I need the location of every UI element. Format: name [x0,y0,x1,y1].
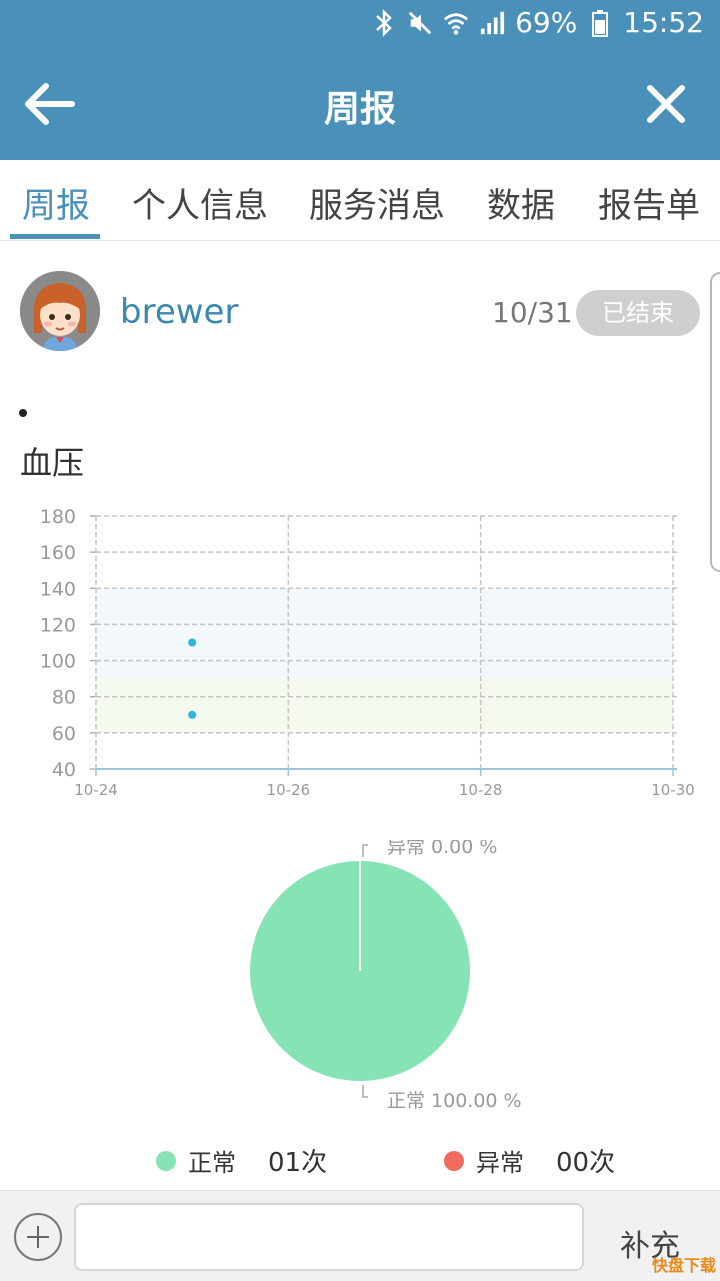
status-icons: 69% 15:52 [371,6,704,39]
tab-bar: 周报 个人信息 服务消息 数据 报告单 [0,160,720,241]
pie-chart: 异常 0.00 % 正常 100.00 % [250,840,522,1110]
battery-icon [587,8,613,38]
username[interactable]: brewer [120,292,238,332]
tab-service-messages[interactable]: 服务消息 [309,178,445,227]
y-tick-label: 160 [40,542,76,564]
tab-personal-info[interactable]: 个人信息 [132,178,268,227]
tab-data[interactable]: 数据 [487,178,555,227]
close-icon [647,85,685,123]
pie-leader-line [362,844,368,857]
clock: 15:52 [623,6,704,39]
normal-range-band [96,678,673,733]
bluetooth-icon [371,8,397,38]
legend-abnormal: 异常 00次 [444,1142,615,1179]
blood-pressure-chart: 40 60 80 100 120 140 160 180 10-24 10-26 10-28 10-3… [40,506,695,799]
pie-label-abnormal: 异常 0.00 % [387,840,497,858]
x-tick-label: 10-30 [651,781,695,799]
x-tick-label: 10-24 [74,781,118,799]
y-tick-label: 40 [52,759,76,781]
legend-normal-dot [156,1150,176,1171]
legend-normal-count: 01次 [268,1148,328,1178]
y-tick-label: 80 [52,687,76,709]
status-bar: 69% 15:52 [0,0,720,48]
y-tick-label: 60 [52,723,76,745]
battery-percent: 69% [515,6,578,39]
y-tick-label: 100 [40,651,76,673]
status-badge: 已结束 [576,290,700,336]
legend-abnormal-count: 00次 [556,1148,616,1178]
wifi-icon [443,8,469,38]
data-point [188,710,197,719]
list-bullet [19,409,27,417]
tab-report-sheet[interactable]: 报告单 [598,178,700,227]
pie-leader-line [362,1085,368,1098]
watermark-logo: 快盘下载 [651,1256,716,1275]
legend-abnormal-dot [444,1150,464,1171]
report-date: 10/31 [492,296,573,329]
mute-icon [407,8,433,38]
section-title: 血压 [20,444,85,482]
message-input[interactable] [74,1203,584,1271]
x-tick-label: 10-26 [267,781,311,799]
avatar[interactable] [20,271,100,351]
tab-weekly-report[interactable]: 周报 [22,178,90,227]
y-tick-label: 180 [40,506,76,528]
girl-avatar-icon [20,271,100,351]
active-tab-indicator [10,234,100,239]
legend-normal: 正常 01次 [156,1142,327,1179]
pie-label-normal: 正常 100.00 % [387,1090,522,1110]
app-bar: 周报 [0,48,720,160]
data-point [188,638,197,647]
add-button[interactable] [14,1213,62,1261]
close-button[interactable] [638,76,694,132]
signal-icon [479,8,505,38]
page-title: 周报 [323,89,396,130]
legend-normal-label: 正常 [188,1149,236,1177]
y-tick-label: 120 [40,614,76,636]
x-tick-label: 10-28 [459,781,503,799]
y-tick-label: 140 [40,578,76,600]
legend-abnormal-label: 异常 [476,1149,524,1177]
input-bar: 补充 [0,1190,720,1281]
normal-range-band [96,588,673,679]
